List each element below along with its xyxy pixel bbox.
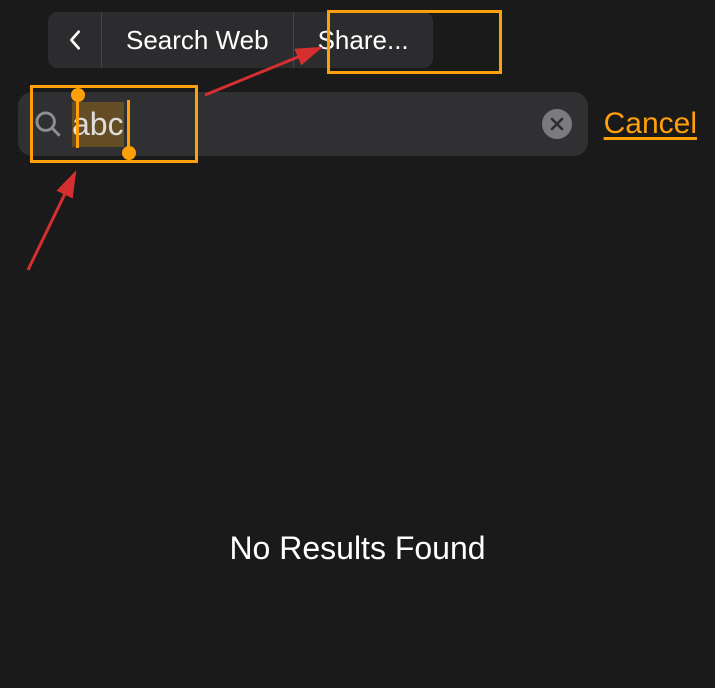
clear-button[interactable] — [542, 109, 572, 139]
share-menu-item[interactable]: Share... — [294, 12, 433, 68]
back-button[interactable] — [48, 12, 102, 68]
close-icon — [550, 117, 564, 131]
cancel-button[interactable]: Cancel — [604, 107, 697, 141]
search-field[interactable]: abc — [18, 92, 588, 156]
search-icon — [34, 110, 62, 138]
search-row: abc Cancel — [18, 92, 697, 156]
annotation-arrow-to-search — [20, 165, 90, 275]
search-web-menu-item[interactable]: Search Web — [102, 12, 294, 68]
search-input[interactable]: abc — [72, 102, 124, 147]
context-menu: Search Web Share... — [48, 12, 433, 68]
chevron-left-icon — [67, 29, 83, 51]
no-results-message: No Results Found — [0, 530, 715, 567]
